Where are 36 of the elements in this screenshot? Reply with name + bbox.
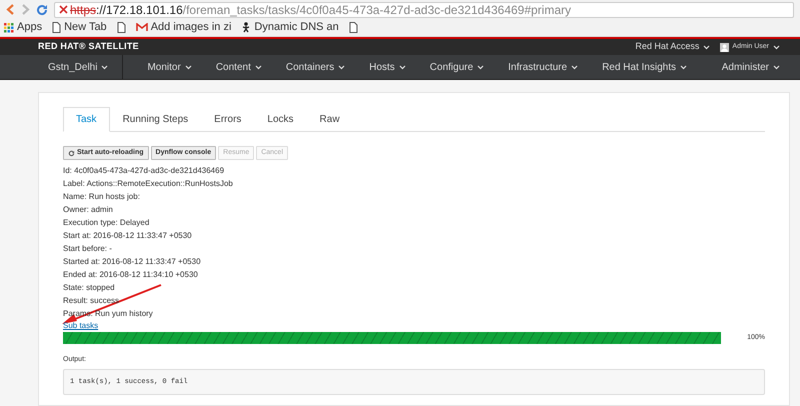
- address-bar[interactable]: https://172.18.101.16/foreman_tasks/tasks/4c0f0a45-473a-427d-ad3c-de321d436469#primary: [54, 2, 794, 18]
- nav-menu[interactable]: Content: [204, 55, 274, 79]
- bookmark[interactable]: New Tab: [52, 19, 107, 36]
- bookmark[interactable]: Dynamic DNS an: [241, 19, 339, 36]
- detail-line: Result: success: [63, 295, 120, 307]
- detail-line: Start at: 2016-08-12 11:33:47 +0530: [63, 230, 193, 242]
- detail-line: Execution type: Delayed: [63, 217, 150, 229]
- detail-line: Owner: admin: [63, 204, 114, 216]
- detail-line: State: stopped: [63, 282, 116, 294]
- nav-menu[interactable]: Administer: [722, 55, 780, 79]
- tab[interactable]: Locks: [254, 107, 307, 132]
- tab[interactable]: Raw: [306, 107, 353, 132]
- detail-line: Started at: 2016-08-12 11:33:47 +0530: [63, 256, 202, 268]
- nav-menu[interactable]: Gstn_Delhi: [0, 55, 124, 79]
- detail-line: Start before: -: [63, 243, 113, 255]
- detail-line: Id: 4c0f0a45-473a-427d-ad3c-de321d436469: [63, 165, 226, 177]
- nav-menu[interactable]: Containers: [274, 55, 358, 79]
- nav-menu[interactable]: Infrastructure: [496, 55, 590, 79]
- tab[interactable]: Task: [63, 107, 110, 132]
- url-host: ://172.18.101.16: [96, 2, 183, 16]
- detail-line: Name: Run hosts job:: [63, 191, 141, 203]
- detail-line: Label: Actions::RemoteExecution::RunHostsJob: [63, 178, 234, 190]
- detail-line: Ended at: 2016-08-12 11:34:10 +0530: [63, 269, 199, 281]
- brand-logo[interactable]: RED HAT® SATELLITE: [38, 40, 139, 54]
- tab[interactable]: Running Steps: [110, 107, 202, 132]
- bookmark[interactable]: Apps: [4, 19, 42, 36]
- nav-menu[interactable]: Hosts: [357, 55, 418, 79]
- url-path: /foreman_tasks/tasks/4c0f0a45-473a-427d-ad3c-de321d436469#primary: [182, 2, 572, 16]
- nav-menu[interactable]: Configure: [418, 55, 496, 79]
- bookmark[interactable]: Add images in zi: [136, 19, 232, 36]
- access-menu[interactable]: Red Hat Access: [635, 40, 710, 54]
- sub-tasks-link[interactable]: Sub tasks: [63, 320, 98, 332]
- nav-menu[interactable]: Monitor: [135, 55, 204, 79]
- url-scheme: https: [70, 2, 96, 16]
- tab[interactable]: Errors: [201, 107, 254, 132]
- nav-menu[interactable]: Red Hat Insights: [590, 55, 699, 79]
